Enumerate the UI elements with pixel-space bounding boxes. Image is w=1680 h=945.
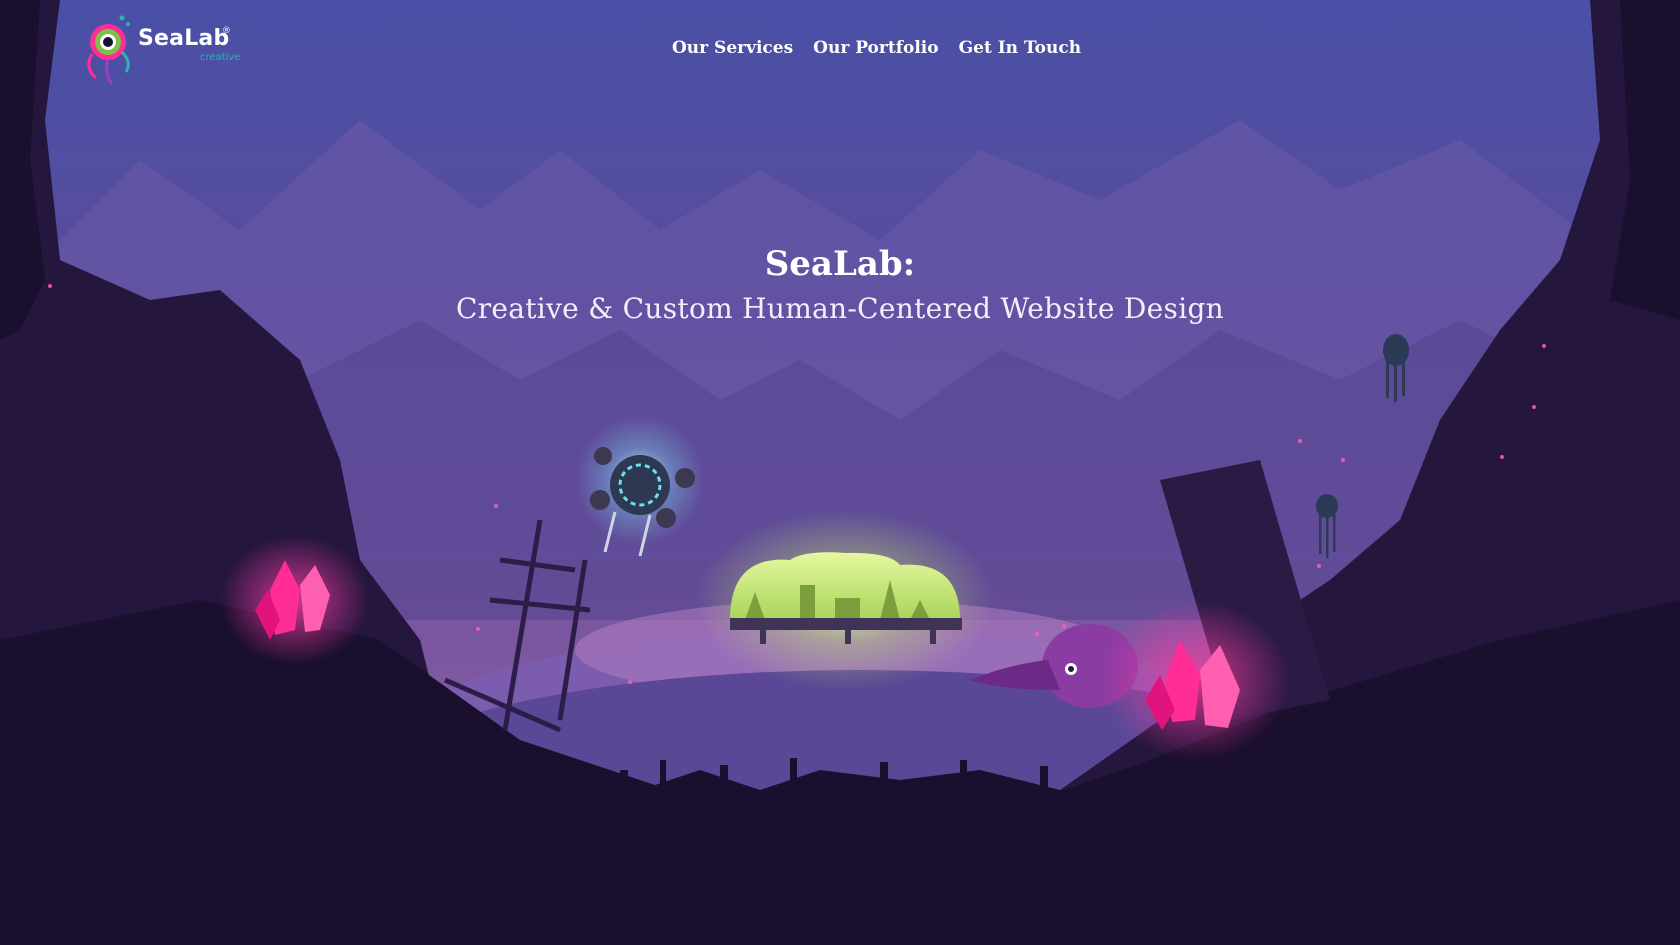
sealab-logo-icon (87, 15, 130, 85)
site-header: SeaLab ® creative Our Services Our Portf… (0, 0, 1680, 100)
hero-subtitle: Creative & Custom Human-Centered Website… (455, 292, 1225, 325)
main-nav: Our Services Our Portfolio Get In Touch (672, 38, 1081, 58)
logo-tagline: creative (200, 52, 241, 63)
sealab-logo[interactable]: SeaLab ® creative (78, 12, 248, 88)
underwater-scene-background (0, 0, 1680, 945)
nav-our-services[interactable]: Our Services (672, 38, 793, 58)
nav-our-portfolio[interactable]: Our Portfolio (813, 38, 938, 58)
dome-city-icon (695, 510, 995, 690)
hero-title: SeaLab: (764, 244, 916, 284)
logo-wordmark: SeaLab (138, 26, 230, 51)
logo-registered-mark: ® (222, 26, 231, 36)
nav-get-in-touch[interactable]: Get In Touch (959, 38, 1081, 58)
